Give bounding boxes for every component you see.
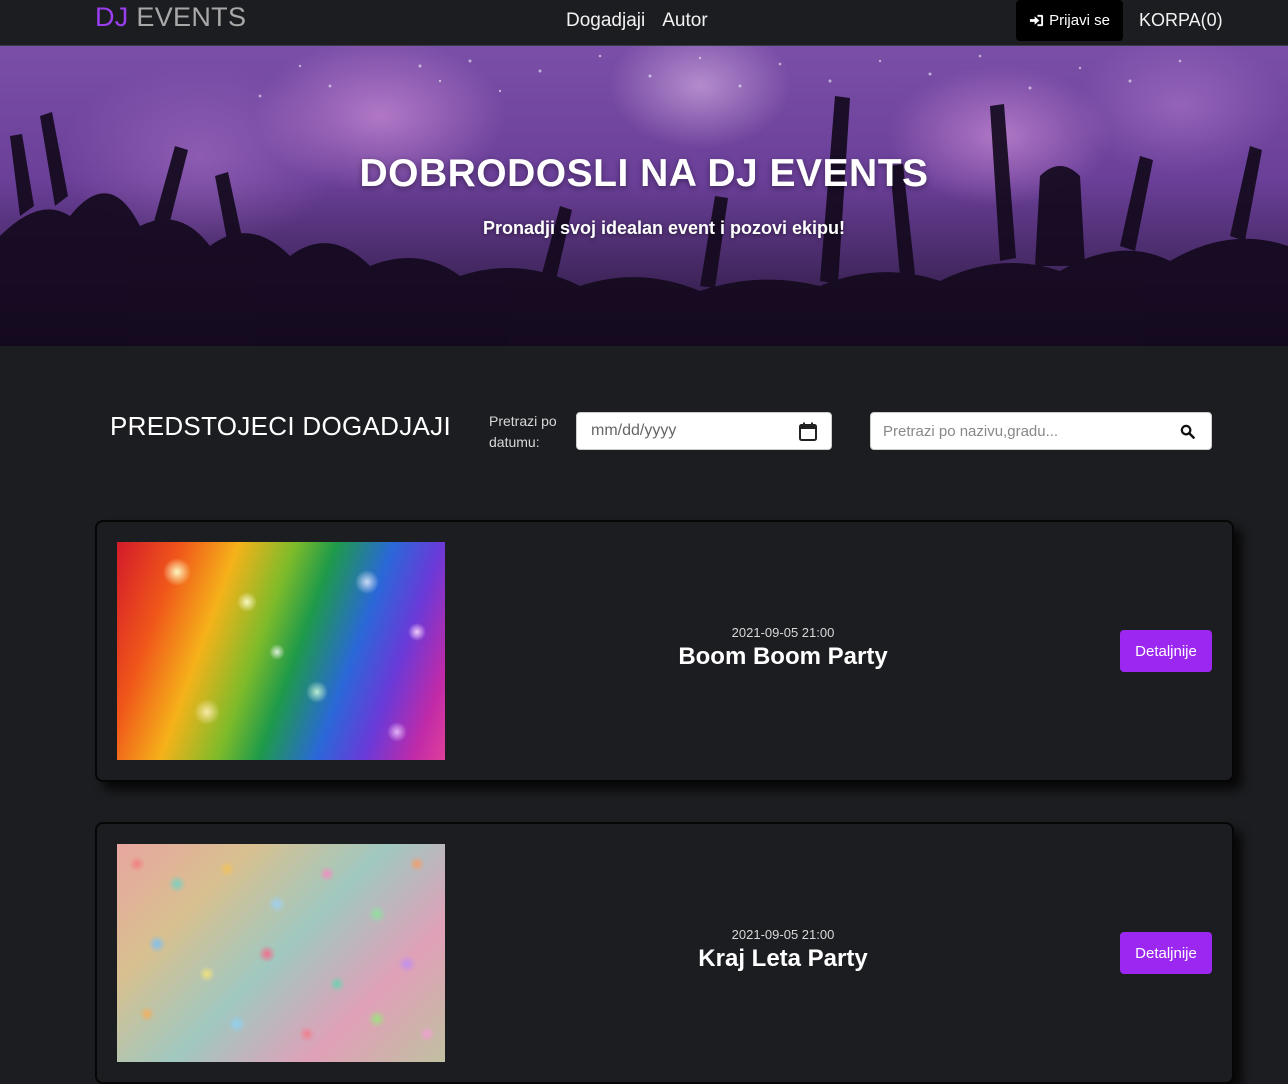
event-card: 2021-09-05 21:00 Kraj Leta Party Detaljn… xyxy=(95,822,1234,1084)
crowd-silhouette-image xyxy=(0,54,1288,346)
date-placeholder: mm/dd/yyyy xyxy=(591,422,677,439)
top-navbar: DJ EVENTS Dogadjaji Autor Prijavi se KOR… xyxy=(0,0,1288,46)
event-title: Boom Boom Party xyxy=(678,643,888,670)
brand-dj: DJ xyxy=(95,2,129,32)
hero-title: DOBRODOSLI NA DJ EVENTS xyxy=(359,152,929,195)
details-button[interactable]: Detaljnije xyxy=(1120,630,1212,672)
search-placeholder: Pretrazi po nazivu,gradu... xyxy=(883,422,1059,440)
login-label: Prijavi se xyxy=(1049,12,1110,29)
nav-link-autor[interactable]: Autor xyxy=(662,10,707,32)
login-button[interactable]: Prijavi se xyxy=(1016,0,1123,41)
section-title: PREDSTOJECI DOGADJAJI xyxy=(110,411,451,441)
details-button[interactable]: Detaljnije xyxy=(1120,932,1212,974)
nav-link-dogadjaji[interactable]: Dogadjaji xyxy=(566,10,645,32)
cart-link[interactable]: KORPA(0) xyxy=(1139,10,1223,31)
date-filter-input[interactable]: mm/dd/yyyy xyxy=(576,412,832,450)
event-datetime: 2021-09-05 21:00 xyxy=(731,625,835,640)
event-image xyxy=(117,844,445,1062)
event-card: 2021-09-05 21:00 Boom Boom Party Detaljn… xyxy=(95,520,1234,782)
date-filter-label: Pretrazi po datumu: xyxy=(489,413,557,450)
main-nav: Dogadjaji Autor xyxy=(566,10,708,32)
brand-logo[interactable]: DJ EVENTS xyxy=(95,2,246,33)
event-image xyxy=(117,542,445,760)
brand-events: EVENTS xyxy=(136,2,247,32)
event-title: Kraj Leta Party xyxy=(698,945,868,972)
event-datetime: 2021-09-05 21:00 xyxy=(731,927,835,942)
calendar-icon[interactable] xyxy=(799,422,817,441)
search-icon[interactable] xyxy=(1180,424,1195,439)
hero-subtitle: Pronadji svoj idealan event i pozovi eki… xyxy=(482,218,846,238)
search-input[interactable]: Pretrazi po nazivu,gradu... xyxy=(870,412,1212,450)
sign-in-icon xyxy=(1030,14,1044,27)
hero-banner: DOBRODOSLI NA DJ EVENTS Pronadji svoj id… xyxy=(0,46,1288,346)
